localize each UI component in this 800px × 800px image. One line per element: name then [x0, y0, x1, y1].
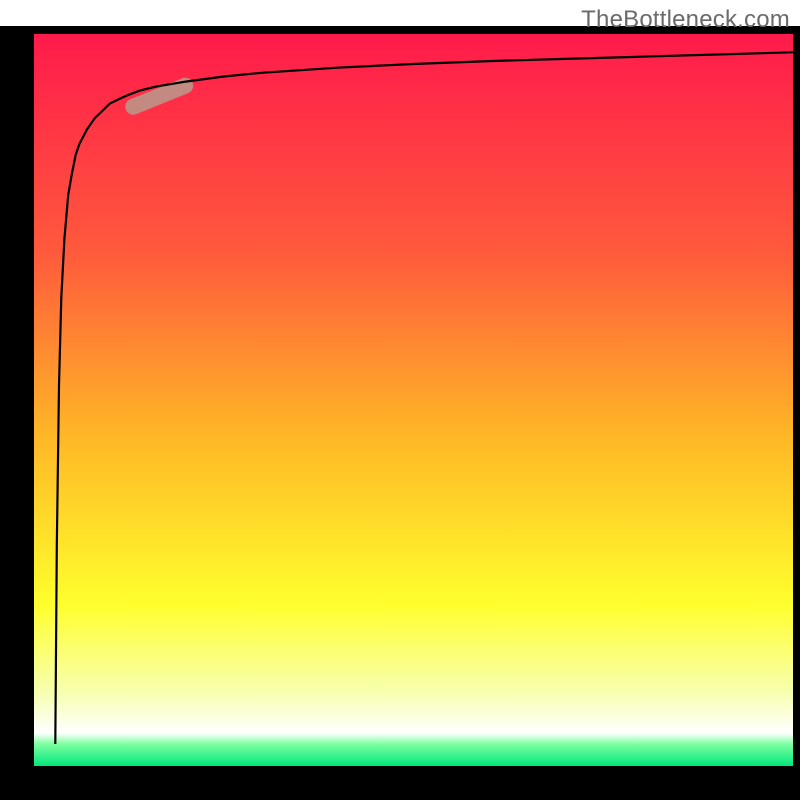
chart-container: TheBottleneck.com — [0, 0, 800, 800]
plot-background — [34, 34, 793, 766]
watermark-text: TheBottleneck.com — [581, 6, 790, 34]
chart-svg — [0, 0, 800, 800]
